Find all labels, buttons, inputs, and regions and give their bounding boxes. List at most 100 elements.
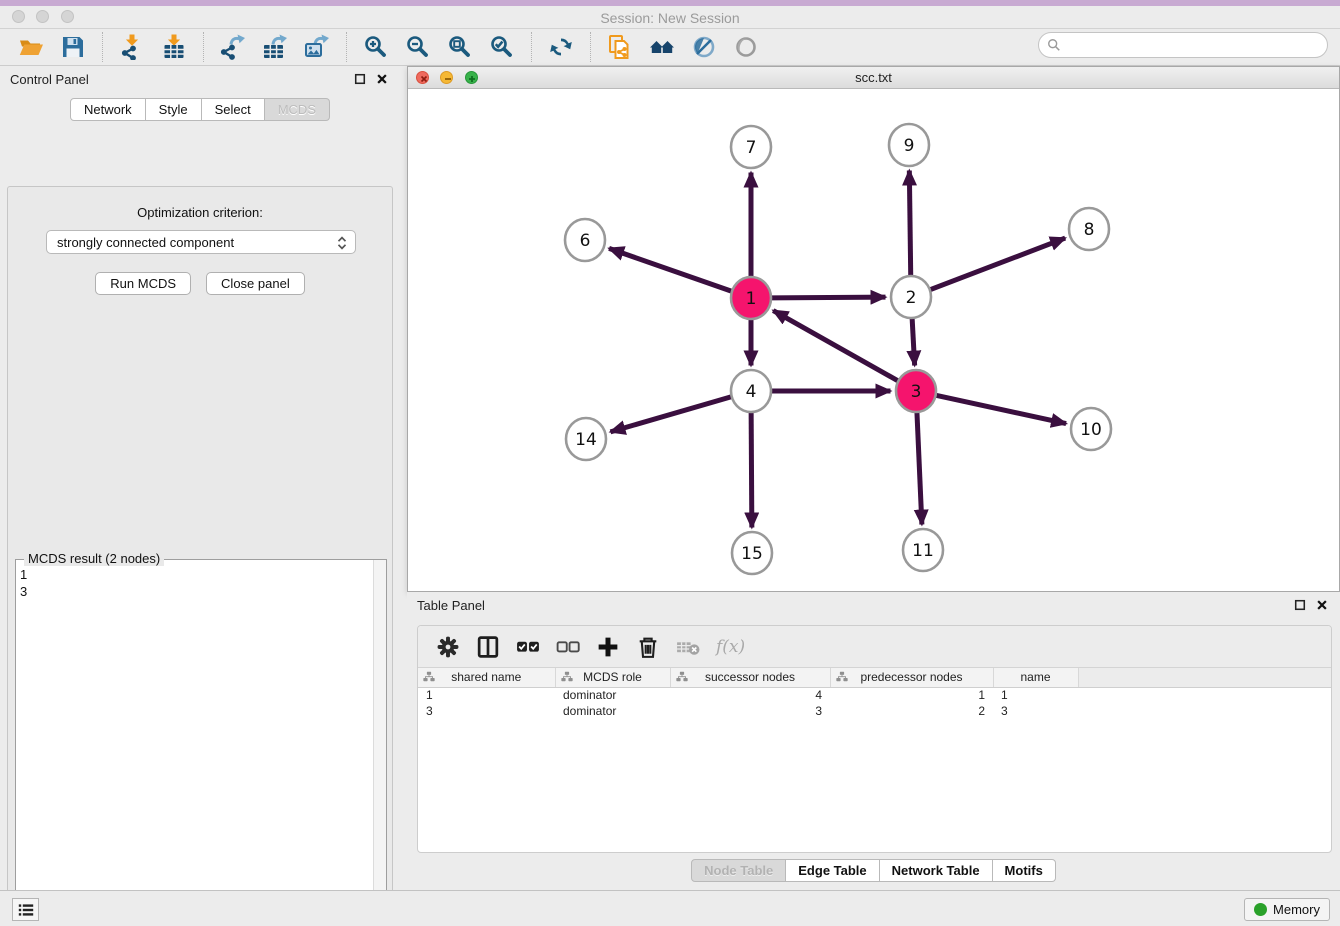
open-folder-icon[interactable] xyxy=(16,32,46,62)
zoom-fit-icon[interactable] xyxy=(445,32,475,62)
toolbar-separator xyxy=(531,32,532,62)
graph-edge-2-3[interactable] xyxy=(912,317,915,365)
table-cell[interactable]: 4 xyxy=(670,687,830,703)
table-cell[interactable]: 2 xyxy=(830,703,993,719)
list-icon xyxy=(17,902,35,918)
table-row[interactable]: 3dominator323 xyxy=(418,703,1331,719)
optimization-criterion-label: Optimization criterion: xyxy=(8,205,392,220)
tab-node-table[interactable]: Node Table xyxy=(691,859,786,882)
column-header-shared-name[interactable]: shared name xyxy=(418,668,555,687)
deselect-all-icon[interactable] xyxy=(553,632,583,662)
graph-edge-4-15[interactable] xyxy=(751,411,752,527)
graph-node-9[interactable]: 9 xyxy=(889,124,929,166)
graph-node-3[interactable]: 3 xyxy=(896,370,936,412)
network-graph[interactable]: 7 9 6 8 1 2 4 3 14 10 15 11 xyxy=(408,89,1339,591)
tab-mcds[interactable]: MCDS xyxy=(265,98,330,121)
column-header-predecessor-nodes[interactable]: predecessor nodes xyxy=(830,668,993,687)
table-cell[interactable]: 1 xyxy=(993,687,1078,703)
graph-node-1[interactable]: 1 xyxy=(731,277,771,319)
close-table-panel-icon[interactable] xyxy=(1314,597,1330,613)
graph-node-14[interactable]: 14 xyxy=(566,418,606,460)
task-history-button[interactable] xyxy=(12,898,39,921)
columns-icon[interactable] xyxy=(473,632,503,662)
table-cell[interactable]: 1 xyxy=(830,687,993,703)
add-icon[interactable] xyxy=(593,632,623,662)
run-mcds-button[interactable]: Run MCDS xyxy=(95,272,191,295)
graph-node-6[interactable]: 6 xyxy=(565,219,605,261)
graph-edge-2-8[interactable] xyxy=(930,238,1065,290)
graph-edge-1-6[interactable] xyxy=(609,248,732,291)
mcds-result-scrollbar[interactable] xyxy=(373,560,386,926)
graph-edge-4-14[interactable] xyxy=(610,397,731,432)
table-cell[interactable]: 1 xyxy=(418,687,555,703)
table-cell-filler xyxy=(1078,687,1331,703)
column-header-MCDS-role[interactable]: MCDS role xyxy=(555,668,670,687)
import-table-icon[interactable] xyxy=(159,32,189,62)
tab-network-table[interactable]: Network Table xyxy=(880,859,993,882)
hide-details-icon[interactable] xyxy=(689,32,719,62)
table-cell[interactable]: 3 xyxy=(418,703,555,719)
graph-node-15[interactable]: 15 xyxy=(732,532,772,574)
search-input[interactable] xyxy=(1066,38,1327,53)
float-table-panel-icon[interactable] xyxy=(1292,597,1308,613)
table-row[interactable]: 1dominator411 xyxy=(418,687,1331,703)
export-image-icon[interactable] xyxy=(302,32,332,62)
graph-node-10[interactable]: 10 xyxy=(1071,408,1111,450)
tab-select[interactable]: Select xyxy=(202,98,265,121)
home-icon[interactable] xyxy=(647,32,677,62)
mcds-result-line: 3 xyxy=(20,583,370,600)
zoom-in-icon[interactable] xyxy=(361,32,391,62)
mcds-panel: Optimization criterion: strongly connect… xyxy=(7,186,393,926)
eye-disabled-icon[interactable] xyxy=(731,32,761,62)
mcds-result-title: MCDS result (2 nodes) xyxy=(24,551,164,566)
node-table[interactable]: shared nameMCDS rolesuccessor nodesprede… xyxy=(418,668,1331,719)
import-network-icon[interactable] xyxy=(117,32,147,62)
zoom-selected-icon[interactable] xyxy=(487,32,517,62)
graph-node-8[interactable]: 8 xyxy=(1069,208,1109,250)
svg-text:14: 14 xyxy=(575,430,597,450)
graph-node-2[interactable]: 2 xyxy=(891,276,931,318)
graph-node-11[interactable]: 11 xyxy=(903,529,943,571)
close-panel-icon[interactable] xyxy=(374,71,390,87)
svg-text:15: 15 xyxy=(741,544,763,564)
memory-button[interactable]: Memory xyxy=(1244,898,1330,921)
export-table-icon[interactable] xyxy=(260,32,290,62)
float-panel-icon[interactable] xyxy=(352,71,368,87)
column-header-name[interactable]: name xyxy=(993,668,1078,687)
delete-icon[interactable] xyxy=(633,632,663,662)
zoom-out-icon[interactable] xyxy=(403,32,433,62)
criterion-select[interactable]: strongly connected component xyxy=(46,230,356,254)
graph-edge-1-2[interactable] xyxy=(771,297,885,298)
tab-network[interactable]: Network xyxy=(70,98,146,121)
svg-text:7: 7 xyxy=(746,138,757,158)
export-network-icon[interactable] xyxy=(218,32,248,62)
svg-text:2: 2 xyxy=(906,288,917,308)
table-cell[interactable]: 3 xyxy=(670,703,830,719)
table-cell[interactable]: dominator xyxy=(555,703,670,719)
tab-style[interactable]: Style xyxy=(146,98,202,121)
criterion-select-value: strongly connected component xyxy=(57,235,234,250)
table-cell[interactable]: 3 xyxy=(993,703,1078,719)
tab-motifs[interactable]: Motifs xyxy=(993,859,1056,882)
select-all-icon[interactable] xyxy=(513,632,543,662)
graph-edge-3-10[interactable] xyxy=(936,395,1066,423)
svg-text:4: 4 xyxy=(746,382,757,402)
clone-network-icon[interactable] xyxy=(605,32,635,62)
status-bar: Memory xyxy=(0,890,1340,926)
function-builder-icon: f(x) xyxy=(716,637,745,657)
refresh-icon[interactable] xyxy=(546,32,576,62)
graph-edge-2-9[interactable] xyxy=(909,170,910,276)
close-panel-button[interactable]: Close panel xyxy=(206,272,305,295)
search-field[interactable] xyxy=(1038,32,1328,58)
graph-node-4[interactable]: 4 xyxy=(731,370,771,412)
graph-edge-3-11[interactable] xyxy=(917,411,922,524)
column-header-successor-nodes[interactable]: successor nodes xyxy=(670,668,830,687)
graph-node-7[interactable]: 7 xyxy=(731,126,771,168)
gear-icon[interactable] xyxy=(433,632,463,662)
table-cell[interactable]: dominator xyxy=(555,687,670,703)
network-canvas[interactable]: 7 9 6 8 1 2 4 3 14 10 15 11 xyxy=(408,89,1339,591)
tab-edge-table[interactable]: Edge Table xyxy=(786,859,879,882)
svg-text:1: 1 xyxy=(746,289,757,309)
graph-edge-3-1[interactable] xyxy=(773,311,898,381)
save-icon[interactable] xyxy=(58,32,88,62)
